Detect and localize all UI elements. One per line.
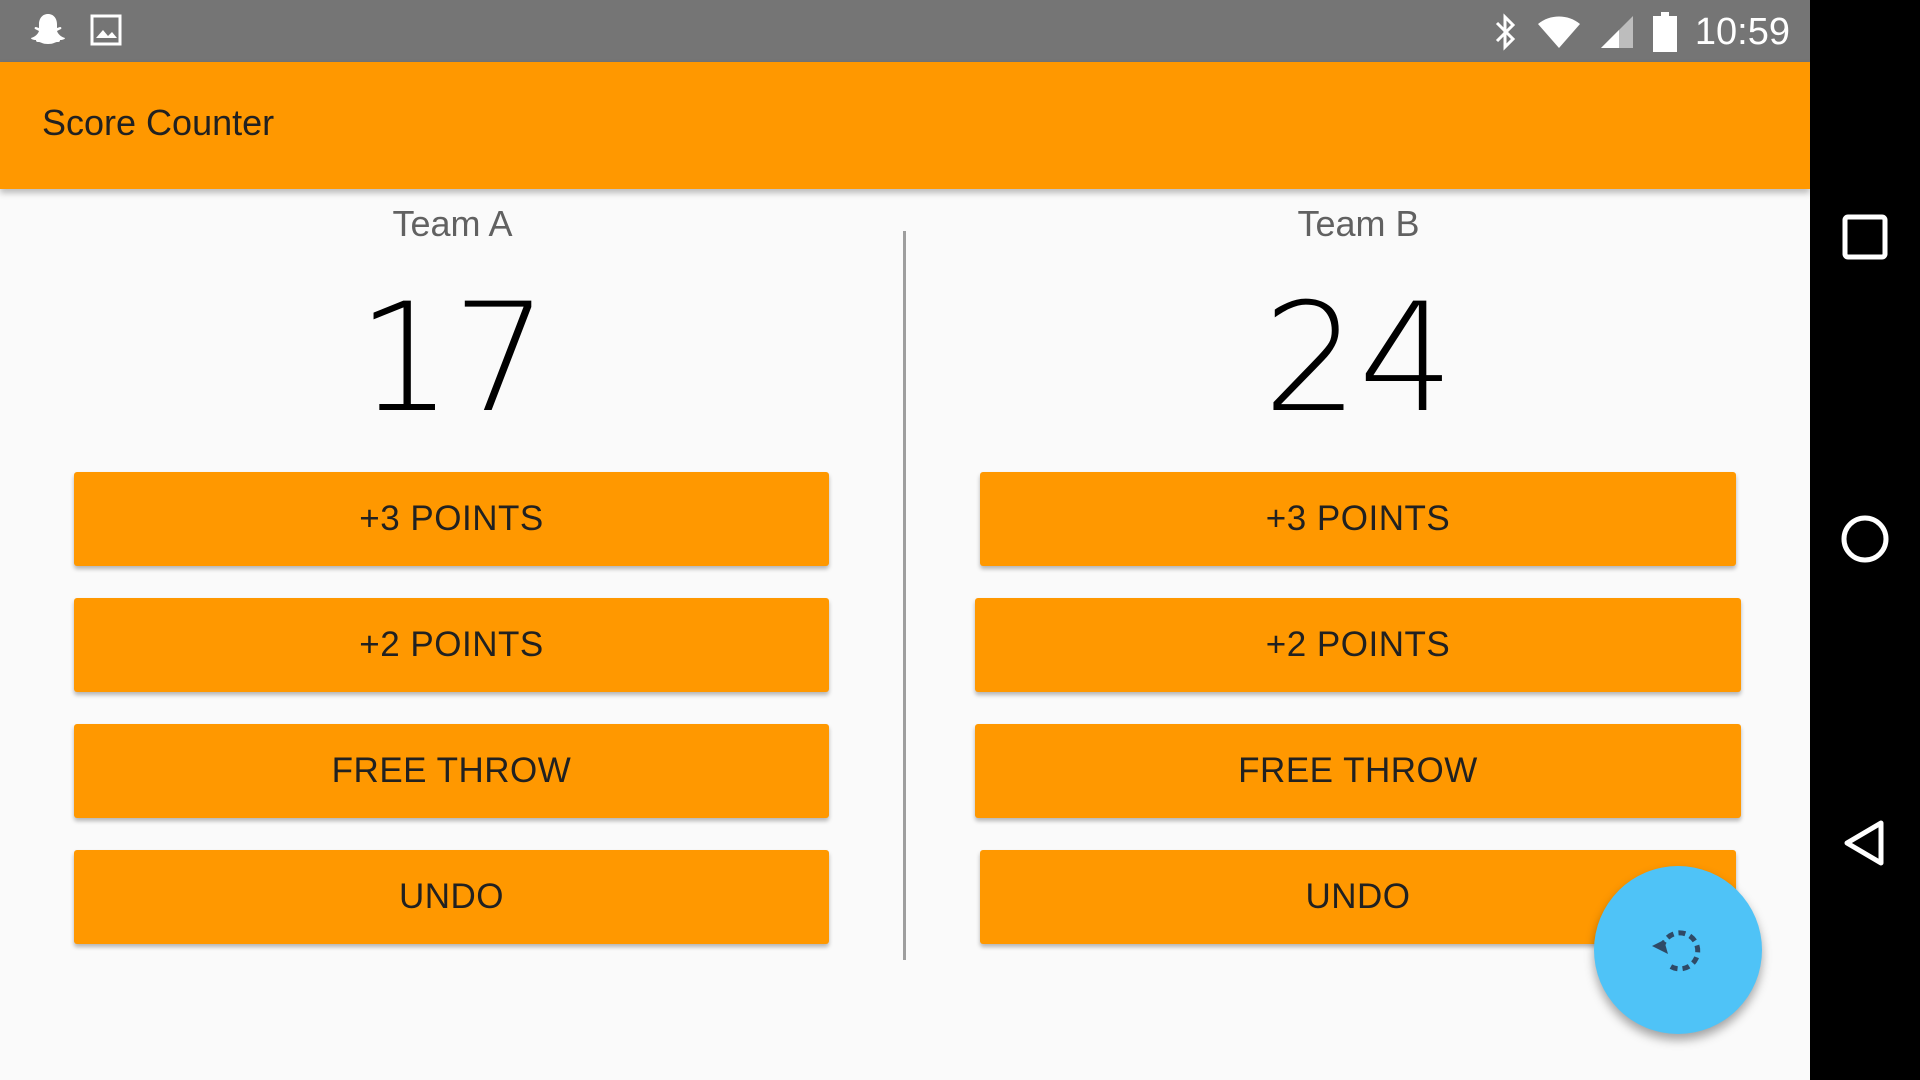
team-b-free-throw-button[interactable]: FREE THROW xyxy=(975,724,1741,818)
status-time: 10:59 xyxy=(1694,11,1790,53)
status-bar-right: 10:59 xyxy=(1493,10,1790,54)
image-icon xyxy=(90,14,122,46)
team-a-undo-button[interactable]: UNDO xyxy=(74,850,829,944)
back-triangle-icon[interactable] xyxy=(1838,816,1892,870)
cellular-signal-icon xyxy=(1600,16,1633,48)
team-a-score: 17 xyxy=(357,272,548,446)
team-b-score: 24 xyxy=(1263,272,1454,446)
navigation-bar xyxy=(1810,0,1920,1080)
reset-fab[interactable] xyxy=(1594,866,1762,1034)
team-a-name: Team A xyxy=(392,203,513,244)
battery-icon xyxy=(1652,12,1677,52)
reset-icon xyxy=(1652,930,1701,972)
team-a-plus-three-button[interactable]: +3 POINTS xyxy=(74,472,829,566)
team-a-free-throw-button[interactable]: FREE THROW xyxy=(74,724,829,818)
team-b-name: Team B xyxy=(1297,203,1420,244)
app-bar: Score Counter xyxy=(0,62,1810,189)
bluetooth-icon xyxy=(1495,13,1516,51)
team-b-plus-two-button[interactable]: +2 POINTS xyxy=(975,598,1741,692)
status-bar-left xyxy=(28,10,122,50)
wifi-icon xyxy=(1537,16,1580,48)
app-title: Score Counter xyxy=(42,102,275,143)
snapchat-ghost-icon xyxy=(31,14,65,44)
recents-square-icon[interactable] xyxy=(1838,210,1892,264)
status-bar: 10:59 xyxy=(0,0,1810,62)
home-circle-icon[interactable] xyxy=(1838,512,1892,566)
team-b-plus-three-button[interactable]: +3 POINTS xyxy=(980,472,1736,566)
team-a-plus-two-button[interactable]: +2 POINTS xyxy=(74,598,829,692)
team-a-panel: Team A 17 +3 POINTS +2 POINTS FREE THROW… xyxy=(0,189,905,1080)
